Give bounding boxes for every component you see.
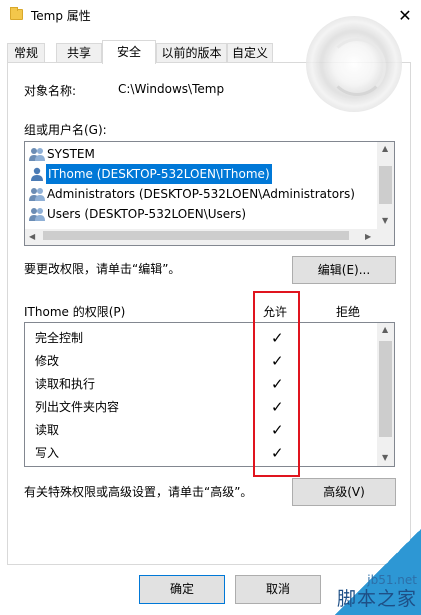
tab-previous-versions[interactable]: 以前的版本	[156, 43, 227, 63]
permissions-title: IThome 的权限(P)	[24, 305, 126, 319]
tab-customize[interactable]: 自定义	[227, 43, 273, 63]
folder-icon	[10, 7, 23, 20]
scroll-up-icon[interactable]: ▲	[382, 326, 388, 334]
scroll-thumb[interactable]	[379, 166, 392, 204]
permission-row: 列出文件夹内容	[35, 396, 119, 419]
window-title: Temp 属性	[31, 9, 91, 23]
user-list-hscrollbar[interactable]: ◀ ▶	[25, 229, 394, 245]
permissions-vscrollbar[interactable]: ▲ ▼	[377, 323, 394, 466]
allow-column-highlight	[253, 291, 300, 477]
user-icon	[31, 167, 43, 181]
watermark-swirl-logo	[306, 16, 402, 112]
scroll-down-icon[interactable]: ▼	[382, 454, 388, 462]
close-button[interactable]: ✕	[389, 0, 421, 30]
scroll-left-icon[interactable]: ◀	[29, 233, 35, 241]
user-name: Administrators (DESKTOP-532LOEN\Administ…	[47, 187, 355, 201]
object-name-value: C:\Windows\Temp	[118, 82, 225, 96]
user-group-icon	[29, 188, 45, 201]
watermark-brand: 脚本之家	[336, 588, 417, 610]
advanced-hint: 有关特殊权限或高级设置，请单击“高级”。	[24, 485, 253, 499]
tab-security[interactable]: 安全	[102, 40, 156, 64]
permission-row: 修改	[35, 350, 59, 373]
cancel-button[interactable]: 取消	[235, 575, 321, 604]
object-name-label: 对象名称:	[24, 84, 77, 98]
user-name: SYSTEM	[47, 147, 95, 161]
edit-button[interactable]: 编辑(E)...	[292, 256, 396, 284]
user-list-vscrollbar[interactable]: ▲ ▼	[377, 142, 394, 229]
group-user-label: 组或用户名(G):	[24, 123, 107, 137]
permission-name: 写入	[35, 446, 60, 460]
deny-column-header: 拒绝	[336, 305, 361, 319]
permission-name: 读取和执行	[35, 377, 96, 391]
advanced-button[interactable]: 高级(V)	[292, 478, 396, 506]
user-list[interactable]: SYSTEM IThome (DESKTOP-532LOEN\IThome) A…	[24, 141, 395, 246]
user-name: IThome (DESKTOP-532LOEN\IThome)	[46, 164, 272, 184]
permission-name: 修改	[35, 354, 60, 368]
permission-name: 列出文件夹内容	[35, 400, 120, 414]
permissions-list: 完全控制 修改 读取和执行 列出文件夹内容 读取 写入 ✓ ✓ ✓ ✓ ✓ ✓ …	[24, 322, 395, 467]
permission-name: 读取	[35, 423, 60, 437]
scroll-thumb[interactable]	[379, 341, 392, 437]
user-group-icon	[29, 148, 45, 161]
permission-name: 完全控制	[35, 331, 84, 345]
tab-general[interactable]: 常规	[7, 43, 45, 63]
permission-row: 完全控制	[35, 327, 83, 350]
user-name: Users (DESKTOP-532LOEN\Users)	[47, 207, 247, 221]
ok-button[interactable]: 确定	[139, 575, 225, 604]
user-group-icon	[29, 208, 45, 221]
tab-sharing[interactable]: 共享	[56, 43, 102, 63]
permission-row: 读取	[35, 419, 59, 442]
scroll-down-icon[interactable]: ▼	[382, 217, 388, 225]
permission-row: 写入	[35, 442, 59, 465]
scroll-right-icon[interactable]: ▶	[365, 233, 371, 241]
edit-hint: 要更改权限，请单击“编辑”。	[24, 262, 181, 276]
permission-row: 读取和执行	[35, 373, 95, 396]
scroll-up-icon[interactable]: ▲	[382, 145, 388, 153]
scroll-thumb[interactable]	[43, 231, 349, 240]
